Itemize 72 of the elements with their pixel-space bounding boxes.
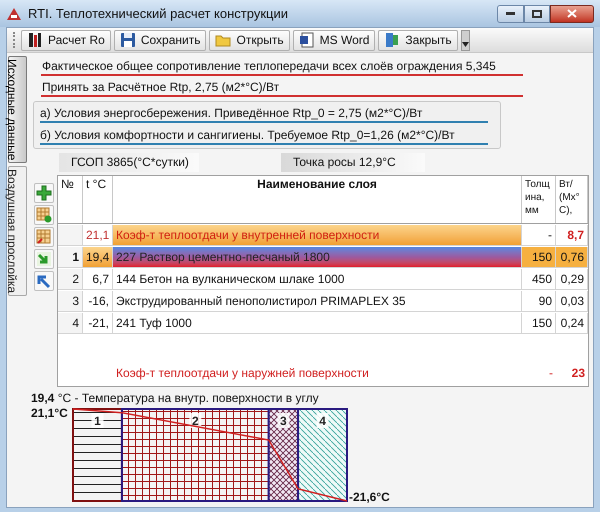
minimize-icon bbox=[506, 12, 515, 15]
temperature-label: -21,6°C bbox=[349, 490, 390, 503]
table-cell: 1 bbox=[58, 247, 83, 268]
close-icon bbox=[567, 9, 577, 18]
table-cell: 0,24 bbox=[556, 313, 588, 334]
table-cell: 0,03 bbox=[556, 291, 588, 312]
tool-button[interactable] bbox=[34, 227, 54, 247]
table-cell: 241 Туф 1000 bbox=[113, 313, 522, 334]
gsop-value: ГСОП 3865(°C*сутки) bbox=[59, 153, 199, 172]
table-cell: 19,4 bbox=[83, 247, 113, 268]
toolbar-button[interactable]: Закрыть bbox=[378, 30, 458, 50]
document-icon bbox=[298, 32, 315, 48]
table-cell: 8,7 bbox=[556, 225, 588, 246]
toolbar-button[interactable]: MS Word bbox=[292, 30, 376, 50]
table-cell: 150 bbox=[522, 247, 556, 268]
table-cell: 227 Раствор цементно-песчаный 1800 bbox=[113, 247, 522, 268]
table-cell: 150 bbox=[522, 313, 556, 334]
table-cell: 90 bbox=[522, 291, 556, 312]
bars-icon bbox=[27, 32, 43, 48]
window-title: RTI. Теплотехнический расчет конструкции bbox=[28, 4, 288, 23]
tool-button[interactable] bbox=[34, 249, 54, 269]
app-logo-icon bbox=[6, 6, 22, 20]
layer-number: 3 bbox=[277, 413, 290, 428]
tool-button[interactable] bbox=[34, 271, 54, 291]
close-button[interactable] bbox=[550, 4, 594, 22]
grid-add-icon bbox=[36, 207, 52, 223]
column-header[interactable]: № bbox=[58, 176, 83, 223]
toolbar-button[interactable]: Открыть bbox=[209, 30, 290, 50]
column-header[interactable]: t °C bbox=[83, 176, 113, 223]
tool-button[interactable] bbox=[34, 205, 54, 225]
add-icon bbox=[36, 185, 52, 201]
maximize-icon bbox=[532, 10, 542, 18]
minimize-button[interactable] bbox=[497, 4, 524, 22]
door-icon bbox=[384, 32, 400, 48]
table-cell: 2 bbox=[58, 269, 83, 290]
overflow-button[interactable] bbox=[460, 30, 470, 50]
grid-delete-icon bbox=[36, 229, 52, 245]
table-cell: - bbox=[522, 225, 556, 246]
toolbar-button[interactable]: Сохранить bbox=[114, 30, 206, 50]
table-cell: Экструдированный пенополистирол PRIMAPLEX 35 bbox=[113, 291, 522, 312]
maximize-button[interactable] bbox=[524, 4, 550, 22]
table-cell: -16, bbox=[83, 291, 113, 312]
table-cell: 144 Бетон на вулканическом шлаке 1000 bbox=[113, 269, 522, 290]
table-cell-text: - bbox=[548, 365, 554, 382]
table-cell: 0,29 bbox=[556, 269, 588, 290]
table-cell: 450 bbox=[522, 269, 556, 290]
side-tab[interactable]: Исходные данные bbox=[8, 56, 27, 164]
table-cell: 3 bbox=[58, 291, 83, 312]
column-header[interactable]: Толщина, мм bbox=[522, 176, 556, 223]
table-cell: 6,7 bbox=[83, 269, 113, 290]
layer-number: 4 bbox=[316, 413, 329, 428]
diagram-caption: 19,4 °C - Температура на внутр. поверхности в углу bbox=[31, 392, 320, 405]
table-cell-text: 23 bbox=[570, 365, 586, 382]
table-cell: Коэф-т теплоотдачи у внутренней поверхности bbox=[113, 225, 522, 246]
table-cell-text: Коэф-т теплоотдачи у наружней поверхности bbox=[115, 365, 370, 382]
column-header[interactable]: Вт/(Мх°С), bbox=[556, 176, 588, 223]
arrow-icon bbox=[36, 273, 52, 289]
column-header[interactable]: Наименование слоя bbox=[113, 176, 522, 223]
temperature-label: 21,1°C bbox=[31, 406, 68, 420]
dew-point-value: Точка росы 12,9°C bbox=[281, 153, 425, 172]
layer-number: 1 bbox=[91, 413, 104, 428]
caret-icon bbox=[462, 42, 469, 46]
side-tab[interactable]: Воздушная прослойка bbox=[8, 166, 27, 296]
result-line: Принять за Расчётное Rtp, 2,75 (м2*°C)/Вт bbox=[41, 78, 523, 97]
condition-line: б) Условия комфортности и сангигиены. Требуемое Rtp_0=1,26 (м2*°C)/Вт bbox=[40, 127, 488, 145]
condition-line: а) Условия энергосбережения. Приведённое Rtp_0 = 2,75 (м2*°C)/Вт bbox=[40, 105, 488, 123]
table-cell: 4 bbox=[58, 313, 83, 334]
table-cell: 0,76 bbox=[556, 247, 588, 268]
tool-button[interactable] bbox=[34, 183, 54, 203]
result-line: Фактическое общее сопротивление теплопередачи всех слоёв ограждения 5,345 bbox=[41, 57, 523, 76]
table-cell: -21, bbox=[83, 313, 113, 334]
toolbar-button[interactable]: Расчет Ro bbox=[21, 30, 111, 50]
